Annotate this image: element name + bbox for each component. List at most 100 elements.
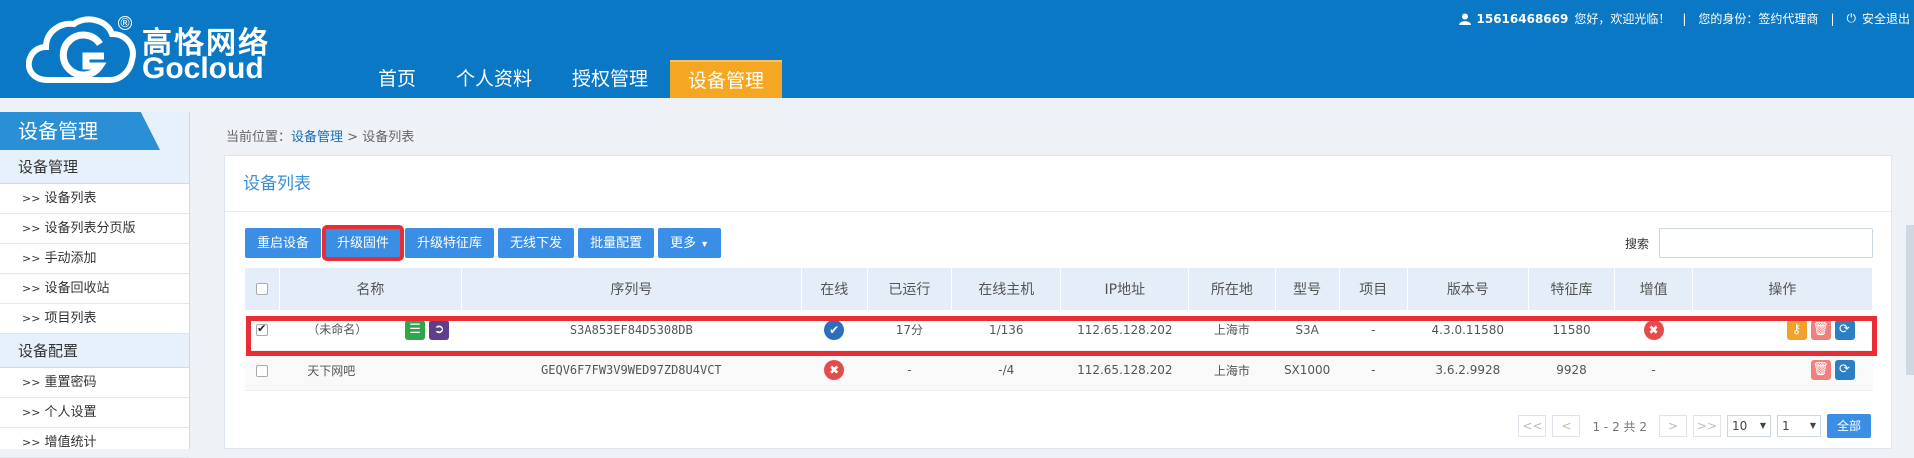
more-dropdown-button[interactable]: 更多 ▼ (658, 228, 722, 258)
sidebar-item-manual-add[interactable]: >> 手动添加 (0, 244, 189, 274)
upgrade-signature-button[interactable]: 升级特征库 (405, 228, 495, 258)
show-all-button[interactable]: 全部 (1826, 414, 1871, 438)
refresh-icon[interactable]: ⟳ (1834, 360, 1855, 380)
uptime-cell: - (867, 350, 952, 391)
col-uptime[interactable]: 已运行 (867, 268, 953, 310)
brand-logo[interactable]: ® 高恪网络 Gocloud (26, 14, 296, 86)
reboot-button[interactable]: 重启设备 (245, 228, 322, 258)
version-cell: 4.3.0.11580 (1407, 310, 1529, 351)
separator: | (1830, 11, 1835, 26)
key-icon[interactable]: ⚷ (1786, 319, 1807, 340)
wireless-push-button[interactable]: 无线下发 (498, 228, 575, 258)
sidebar-item-recycle-bin[interactable]: >> 设备回收站 (0, 274, 189, 304)
row-checkbox[interactable] (256, 322, 269, 337)
chevron-right-icon: >> (22, 436, 41, 449)
uptime-cell: 17分 (867, 310, 952, 351)
x-circle-icon: ✖ (824, 360, 845, 380)
name-cell: 天下网吧 (279, 350, 462, 391)
page-info: 1 - 2 共 2 (1592, 419, 1647, 434)
project-cell: - (1339, 350, 1408, 391)
first-page-button[interactable]: << (1518, 415, 1547, 437)
sidebar-group-device-management[interactable]: 设备管理 (0, 150, 189, 184)
sidebar-item-device-list[interactable]: >> 设备列表 (0, 184, 189, 214)
serial-cell: S3A853EF84D5308DB (461, 310, 802, 351)
device-name: （未命名） (307, 322, 368, 337)
greeting-text: 您好，欢迎光临！ (1574, 12, 1671, 26)
last-page-button[interactable]: >> (1692, 415, 1721, 437)
device-table: 名称 序列号 在线 已运行 在线主机 IP地址 所在地 型号 项目 版本号 特征… (245, 268, 1874, 391)
search-input[interactable] (1659, 228, 1873, 258)
chevron-right-icon: >> (22, 282, 41, 295)
col-version[interactable]: 版本号 (1407, 268, 1529, 310)
page-size-select[interactable]: 10 (1726, 415, 1771, 437)
refresh-icon[interactable]: ⟳ (1834, 319, 1855, 340)
nav-license[interactable]: 授权管理 (554, 60, 666, 98)
col-location[interactable]: 所在地 (1188, 268, 1276, 310)
nav-home[interactable]: 首页 (360, 60, 434, 98)
col-online[interactable]: 在线 (801, 268, 868, 310)
sidebar-title: 设备管理 (0, 112, 160, 150)
page-scrollbar[interactable] (1906, 225, 1914, 375)
prev-page-button[interactable]: < (1552, 415, 1581, 437)
breadcrumb-sep: > (343, 130, 363, 145)
toolbar: 重启设备 升级固件 升级特征库 无线下发 批量配置 更多 ▼ (245, 225, 722, 261)
brand-name-en: Gocloud (142, 52, 264, 85)
user-bar: 15616468669 您好，欢迎光临！ | 您的身份：签约代理商 | ⏻ 安全… (1458, 10, 1910, 27)
search-label: 搜索 (1624, 236, 1649, 251)
upgrade-firmware-button[interactable]: 升级固件 (322, 225, 405, 261)
breadcrumb-link[interactable]: 设备管理 (291, 130, 343, 145)
col-project[interactable]: 项目 (1339, 268, 1408, 310)
col-signature[interactable]: 特征库 (1528, 268, 1616, 310)
col-actions: 操作 (1692, 268, 1874, 310)
sidebar-item-label: 项目列表 (44, 311, 97, 326)
col-ip[interactable]: IP地址 (1060, 268, 1190, 310)
nav-profile[interactable]: 个人资料 (438, 60, 550, 98)
user-role: 您的身份：签约代理商 (1698, 12, 1819, 26)
sidebar-item-vas-stats[interactable]: >> 增值统计 (0, 428, 189, 458)
sidebar-item-project-list[interactable]: >> 项目列表 (0, 304, 189, 334)
x-circle-icon[interactable]: ✖ (1643, 319, 1664, 340)
sidebar-item-reset-password[interactable]: >> 重置密码 (0, 368, 189, 398)
col-vas[interactable]: 增值 (1614, 268, 1693, 310)
col-name[interactable]: 名称 (279, 268, 463, 310)
location-cell: 上海市 (1188, 310, 1276, 351)
sidebar-item-personal-settings[interactable]: >> 个人设置 (0, 398, 189, 428)
trash-icon[interactable]: 🗑 (1810, 319, 1831, 340)
model-cell: SX1000 (1275, 350, 1340, 391)
hosts-cell[interactable]: 1/136 (951, 310, 1061, 351)
col-hosts[interactable]: 在线主机 (951, 268, 1062, 310)
signature-cell: 11580 (1528, 310, 1615, 351)
login-icon[interactable]: ➲ (429, 319, 450, 340)
chevron-right-icon: >> (22, 252, 41, 265)
select-all-checkbox[interactable] (255, 283, 268, 295)
batch-config-button[interactable]: 批量配置 (578, 228, 655, 258)
sidebar-item-label: 设备列表 (44, 191, 97, 206)
main-nav: 首页 个人资料 授权管理 设备管理 (360, 60, 786, 98)
row-checkbox[interactable] (256, 364, 269, 377)
top-header: ® 高恪网络 Gocloud 首页 个人资料 授权管理 设备管理 1561646… (0, 0, 1914, 98)
sidebar-item-label: 设备回收站 (44, 281, 110, 296)
table-row[interactable]: （未命名） ☰➲ S3A853EF84D5308DB ✔ 17分 1/136 1… (245, 310, 1873, 351)
actions-cell: 🗑 ⟳ (1692, 350, 1873, 391)
chevron-right-icon: >> (22, 222, 41, 235)
breadcrumb-current: 设备列表 (362, 130, 415, 145)
row-select-cell (245, 350, 280, 391)
col-model[interactable]: 型号 (1275, 268, 1340, 310)
hosts-cell[interactable]: -/4 (951, 350, 1061, 391)
trash-icon[interactable]: 🗑 (1810, 360, 1831, 380)
logout-link[interactable]: 安全退出 (1862, 10, 1910, 27)
sidebar-item-label: 增值统计 (44, 435, 97, 450)
page-number-select[interactable]: 1 (1776, 415, 1821, 437)
sidebar-group-device-config[interactable]: 设备配置 (0, 334, 189, 368)
nav-device-management[interactable]: 设备管理 (670, 60, 783, 98)
next-page-button[interactable]: > (1658, 415, 1687, 437)
list-icon[interactable]: ☰ (405, 319, 426, 340)
registered-mark: ® (118, 16, 132, 30)
select-all-cell (245, 268, 280, 310)
chevron-right-icon: >> (22, 376, 41, 389)
ip-cell: 112.65.128.202 (1060, 310, 1189, 351)
col-serial[interactable]: 序列号 (461, 268, 802, 310)
caret-down-icon: ▼ (700, 239, 710, 249)
sidebar-item-device-list-paged[interactable]: >> 设备列表分页版 (0, 214, 189, 244)
table-row[interactable]: 天下网吧 GEQV6F7FW3V9WED97ZD8U4VCT ✖ - -/4 1… (245, 350, 1873, 391)
